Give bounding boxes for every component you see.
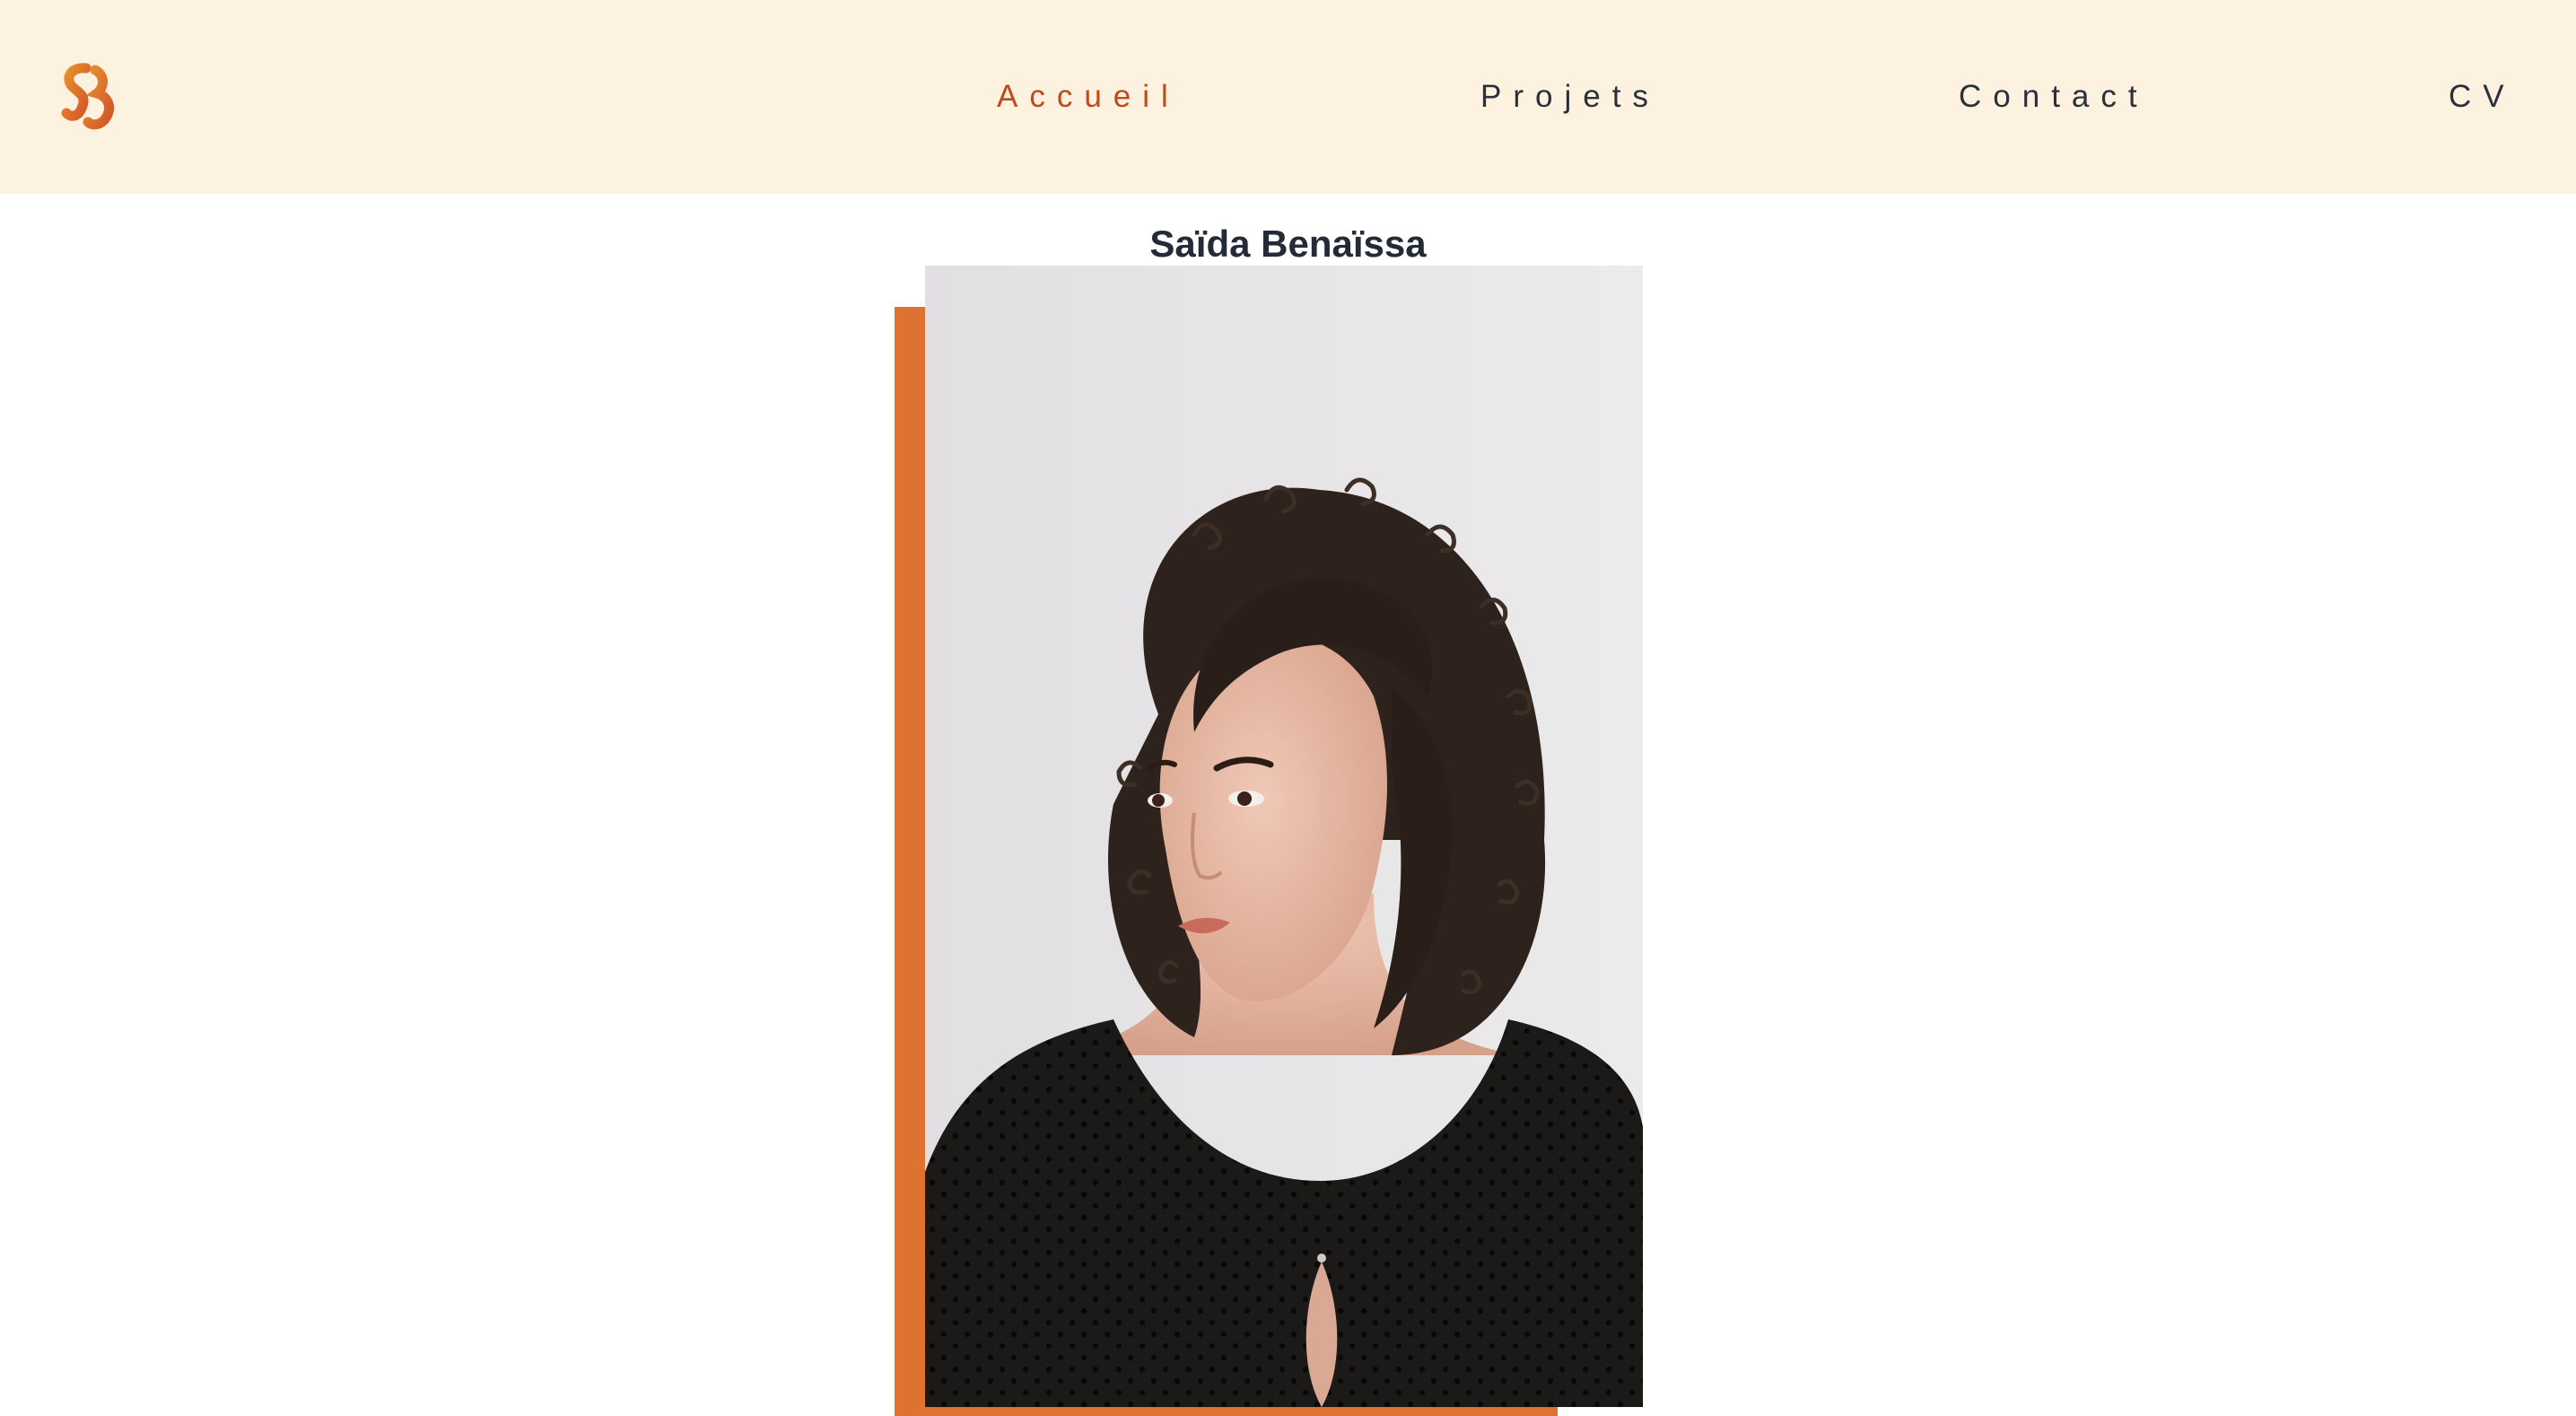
accent-frame-bottom [895, 1406, 1558, 1416]
nav-link-contact[interactable]: Contact [1959, 77, 2149, 117]
nav-link-projets[interactable]: Projets [1480, 77, 1660, 117]
profile-photo [925, 266, 1643, 1407]
accent-frame-left [895, 307, 925, 1416]
nav-link-cv[interactable]: CV [2449, 77, 2516, 117]
profile-name-heading: Saïda Benaïssa [0, 221, 2576, 270]
logo-icon[interactable] [59, 63, 117, 131]
portrait-illustration [925, 266, 1643, 1407]
nav-link-accueil[interactable]: Accueil [997, 77, 1180, 117]
profile-name: Saïda Benaïssa [1149, 223, 1427, 270]
site-header: Accueil Projets Contact CV [0, 0, 2576, 194]
